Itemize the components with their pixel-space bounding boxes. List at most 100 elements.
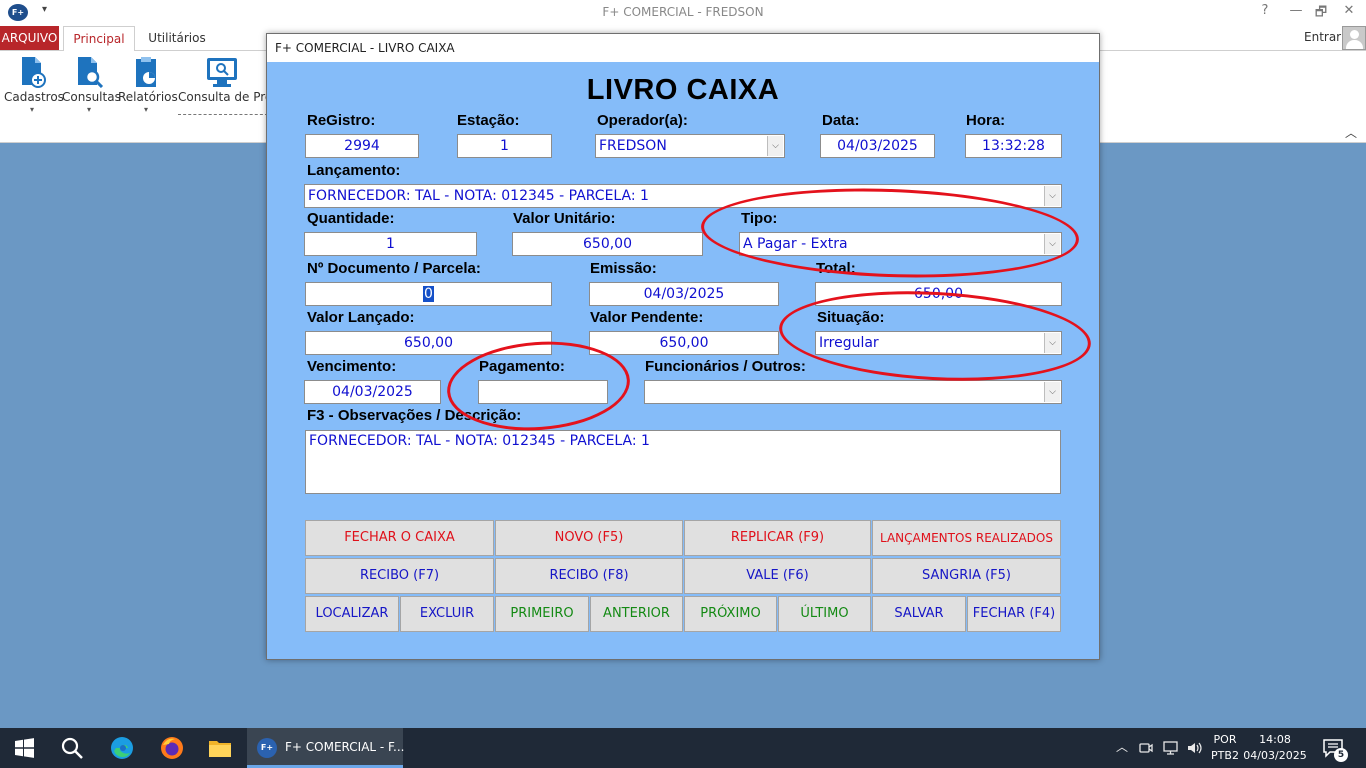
situacao-value: Irregular xyxy=(819,335,879,351)
chevron-down-icon[interactable]: ⌵ xyxy=(1044,234,1060,254)
documento-value: 0 xyxy=(423,286,434,302)
volume-icon[interactable] xyxy=(1186,740,1204,756)
collapse-ribbon-icon[interactable]: ︿ xyxy=(1345,124,1357,141)
operador-select[interactable]: FREDSON ⌵ xyxy=(595,134,785,158)
chevron-down-icon[interactable]: ⌵ xyxy=(767,136,783,156)
lancamento-value: FORNECEDOR: TAL - NOTA: 012345 - PARCELA… xyxy=(308,188,649,204)
tipo-label: Tipo: xyxy=(741,210,778,227)
consultas-button[interactable]: Consultas ▾ xyxy=(62,56,121,122)
cadastros-icon xyxy=(22,57,46,88)
consultas-caret-icon: ▾ xyxy=(86,105,91,114)
registro-field[interactable]: 2994 xyxy=(305,134,419,158)
relatorios-label: Relatórios xyxy=(118,90,178,104)
valor-unitario-field[interactable]: 650,00 xyxy=(512,232,703,256)
taskbar-app-fcomercial[interactable]: F+ F+ COMERCIAL - F... xyxy=(247,728,405,768)
chevron-down-icon[interactable]: ⌵ xyxy=(1044,333,1060,353)
ultimo-button[interactable]: ÚLTIMO xyxy=(778,596,871,632)
data-label: Data: xyxy=(822,112,860,129)
documento-label: Nº Documento / Parcela: xyxy=(307,260,481,277)
registro-label: ReGistro: xyxy=(307,112,376,129)
show-hidden-icons-icon[interactable]: ︿ xyxy=(1116,738,1128,755)
help-icon[interactable]: ? xyxy=(1255,3,1275,18)
relatorios-button[interactable]: Relatórios ▾ xyxy=(118,56,178,122)
hora-field[interactable]: 13:32:28 xyxy=(965,134,1062,158)
fcomercial-app-icon: F+ xyxy=(257,738,277,758)
restore-icon[interactable]: 🗗 xyxy=(1311,3,1331,25)
taskbar-app-label: F+ COMERCIAL - F... xyxy=(285,740,405,754)
ribbon-separator xyxy=(178,114,268,115)
tab-utilitarios[interactable]: Utilitários xyxy=(142,26,212,50)
consultas-label: Consultas xyxy=(62,90,121,104)
observacoes-textarea[interactable]: FORNECEDOR: TAL - NOTA: 012345 - PARCELA… xyxy=(305,430,1061,494)
consultas-icon xyxy=(78,57,104,88)
quantidade-field[interactable]: 1 xyxy=(304,232,477,256)
salvar-button[interactable]: SALVAR xyxy=(872,596,966,632)
file-explorer-icon[interactable] xyxy=(208,736,232,760)
funcionarios-select[interactable]: ⌵ xyxy=(644,380,1062,404)
total-field[interactable]: 650,00 xyxy=(815,282,1062,306)
cadastros-label: Cadastros xyxy=(4,90,64,104)
clock-date: 04/03/2025 xyxy=(1243,749,1307,762)
valor-lancado-field[interactable]: 650,00 xyxy=(305,331,552,355)
user-avatar-icon[interactable] xyxy=(1342,26,1366,50)
minimize-icon[interactable]: — xyxy=(1286,3,1306,18)
situacao-select[interactable]: Irregular ⌵ xyxy=(815,331,1062,355)
novo-button[interactable]: NOVO (F5) xyxy=(495,520,683,556)
edge-browser-icon[interactable] xyxy=(110,736,134,760)
operador-value: FREDSON xyxy=(599,138,667,154)
replicar-button[interactable]: REPLICAR (F9) xyxy=(684,520,871,556)
excluir-button[interactable]: EXCLUIR xyxy=(400,596,494,632)
data-field[interactable]: 04/03/2025 xyxy=(820,134,935,158)
tab-principal[interactable]: Principal xyxy=(63,26,135,51)
estacao-field[interactable]: 1 xyxy=(457,134,552,158)
consulta-precos-button[interactable]: Consulta de Preços xyxy=(178,56,266,122)
dialog-title: F+ COMERCIAL - LIVRO CAIXA xyxy=(275,41,455,55)
situacao-label: Situação: xyxy=(817,309,885,326)
funcionarios-label: Funcionários / Outros: xyxy=(645,358,806,375)
cadastros-caret-icon: ▾ xyxy=(29,105,34,114)
documento-field[interactable]: 0 xyxy=(305,282,552,306)
search-icon[interactable] xyxy=(60,736,84,760)
network-icon[interactable] xyxy=(1162,740,1180,756)
app-title-bar: F+ ▾ F+ COMERCIAL - FREDSON ? — 🗗 ✕ xyxy=(0,0,1366,26)
system-clock[interactable]: 14:08 04/03/2025 xyxy=(1240,732,1310,764)
vencimento-field[interactable]: 04/03/2025 xyxy=(304,380,441,404)
lancamentos-realizados-button[interactable]: LANÇAMENTOS REALIZADOS xyxy=(872,520,1061,556)
recibo-f7-button[interactable]: RECIBO (F7) xyxy=(305,558,494,594)
primeiro-button[interactable]: PRIMEIRO xyxy=(495,596,589,632)
chevron-down-icon[interactable]: ⌵ xyxy=(1044,186,1060,206)
anterior-button[interactable]: ANTERIOR xyxy=(590,596,683,632)
valor-pendente-field[interactable]: 650,00 xyxy=(589,331,779,355)
pagamento-field[interactable] xyxy=(478,380,608,404)
proximo-button[interactable]: PRÓXIMO xyxy=(684,596,777,632)
language-line-2: PTB2 xyxy=(1211,749,1239,762)
operador-label: Operador(a): xyxy=(597,112,688,129)
language-line-1: POR xyxy=(1213,733,1237,746)
observacoes-label: F3 - Observações / Descrição: xyxy=(307,407,522,424)
chevron-down-icon[interactable]: ⌵ xyxy=(1044,382,1060,402)
fechar-caixa-button[interactable]: FECHAR O CAIXA xyxy=(305,520,494,556)
page-title: LIVRO CAIXA xyxy=(586,74,780,106)
input-language[interactable]: POR PTB2 xyxy=(1208,732,1242,764)
start-windows-icon[interactable] xyxy=(12,736,36,760)
fechar-button[interactable]: FECHAR (F4) xyxy=(967,596,1061,632)
vale-button[interactable]: VALE (F6) xyxy=(684,558,871,594)
relatorios-icon xyxy=(136,57,156,87)
lancamento-select[interactable]: FORNECEDOR: TAL - NOTA: 012345 - PARCELA… xyxy=(304,184,1062,208)
sangria-button[interactable]: SANGRIA (F5) xyxy=(872,558,1061,594)
emissao-field[interactable]: 04/03/2025 xyxy=(589,282,779,306)
emissao-label: Emissão: xyxy=(590,260,657,277)
consulta-precos-label: Consulta de Preços xyxy=(178,90,266,104)
localizar-button[interactable]: LOCALIZAR xyxy=(305,596,399,632)
hora-label: Hora: xyxy=(966,112,1006,129)
cadastros-button[interactable]: Cadastros ▾ xyxy=(4,56,64,122)
close-icon[interactable]: ✕ xyxy=(1339,3,1359,18)
consulta-precos-icon xyxy=(207,58,237,87)
tab-arquivo[interactable]: ARQUIVO xyxy=(0,26,59,50)
sign-in-link[interactable]: Entrar xyxy=(1304,30,1341,44)
firefox-icon[interactable] xyxy=(160,736,184,760)
recibo-f8-button[interactable]: RECIBO (F8) xyxy=(495,558,683,594)
estacao-label: Estação: xyxy=(457,112,520,129)
tipo-select[interactable]: A Pagar - Extra ⌵ xyxy=(739,232,1062,256)
meet-now-icon[interactable] xyxy=(1138,740,1154,756)
